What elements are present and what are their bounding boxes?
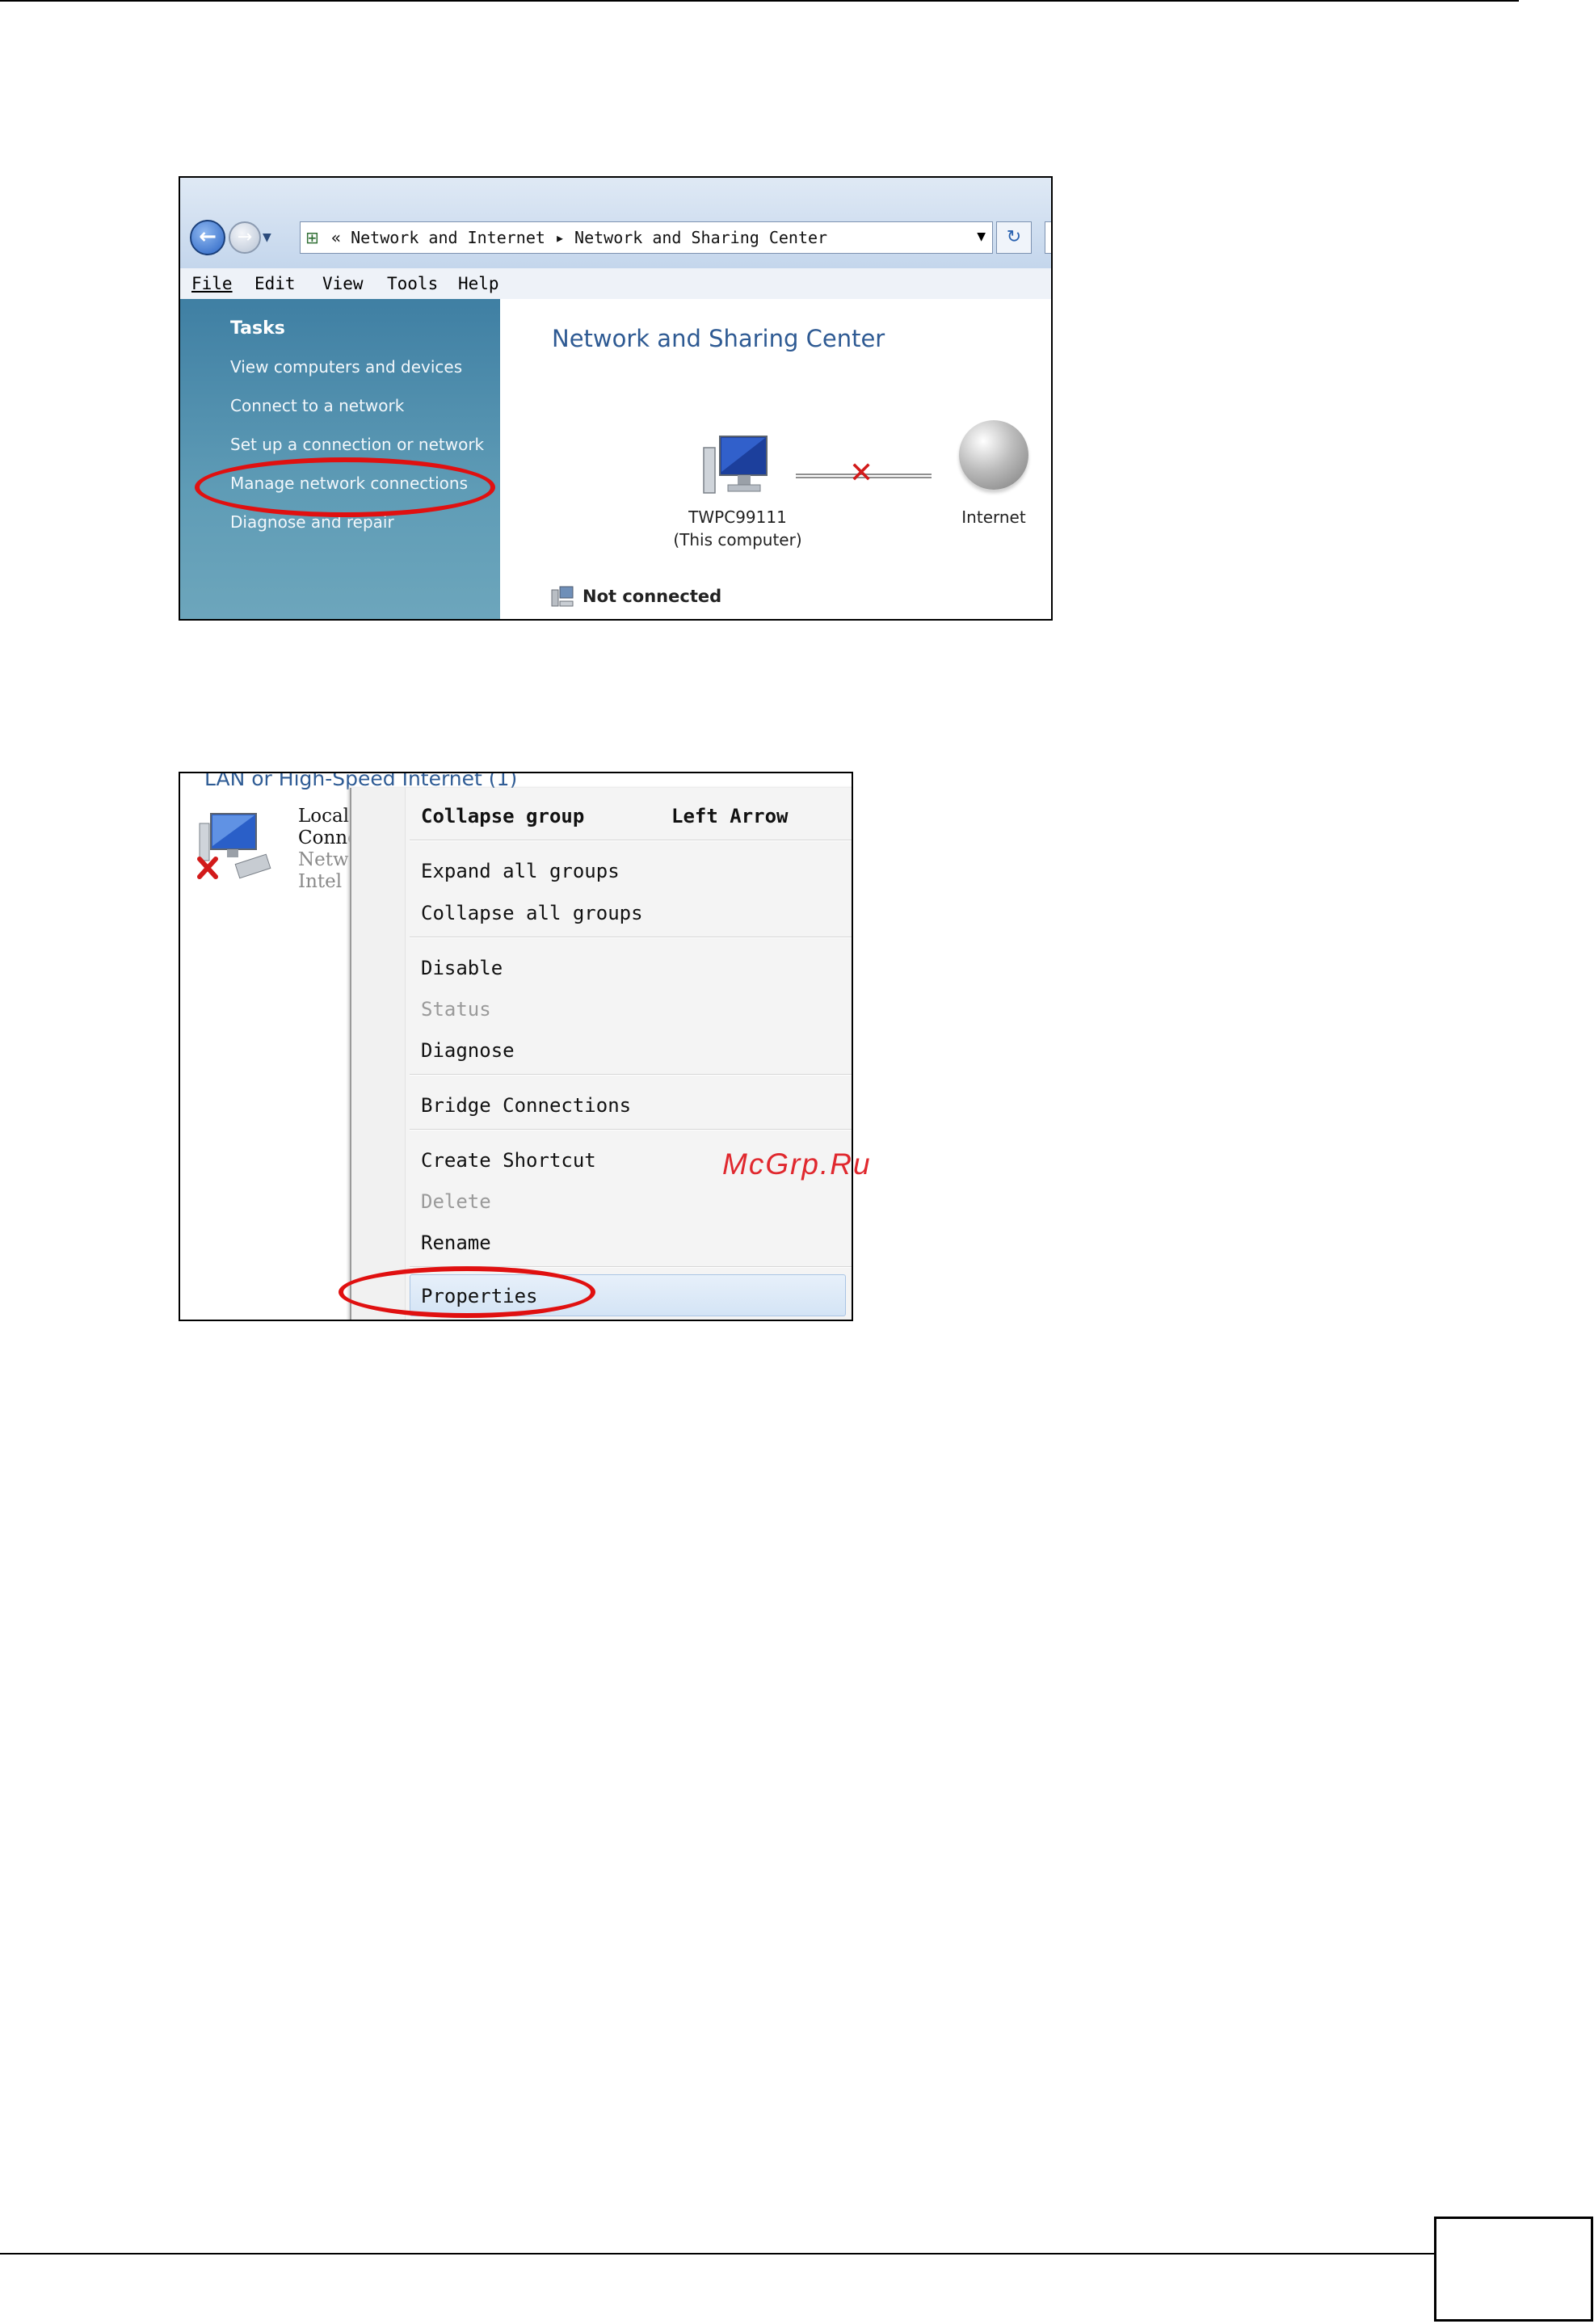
menu-bridge-connections[interactable]: Bridge Connections — [421, 1093, 631, 1118]
menu-gutter — [351, 788, 406, 1320]
menu-delete: Delete — [421, 1190, 491, 1213]
connection-device-line: Intel — [298, 871, 343, 892]
context-menu: Collapse group Left Arrow Expand all gro… — [350, 788, 852, 1320]
connection-name-line1: Local — [298, 806, 350, 827]
menu-separator — [410, 1074, 852, 1076]
address-bar[interactable]: ⊞ « Network and Internet ▸ Network and S… — [300, 221, 993, 254]
page-number-box — [1434, 2217, 1593, 2322]
bottom-rule — [0, 2253, 1434, 2255]
back-button[interactable]: ← — [190, 220, 225, 255]
arrow-left-icon: ← — [199, 225, 217, 249]
menu-diagnose[interactable]: Diagnose — [421, 1038, 515, 1063]
menu-collapse-group[interactable]: Collapse group — [421, 804, 584, 828]
menu-help[interactable]: Help — [458, 273, 499, 294]
computer-name: TWPC99111 — [688, 507, 787, 527]
menu-separator — [410, 937, 852, 938]
explorer-toolbar: ← → ▼ ⊞ « Network and Internet ▸ Network… — [180, 178, 1051, 268]
network-connections-window: LAN or High-Speed Internet (1) Local Con… — [179, 772, 853, 1321]
network-sharing-center-window: ← → ▼ ⊞ « Network and Internet ▸ Network… — [179, 176, 1053, 621]
refresh-icon: ↻ — [1006, 227, 1022, 247]
internet-globe-icon[interactable] — [959, 420, 1028, 490]
task-view-computers[interactable]: View computers and devices — [230, 357, 462, 377]
menu-collapse-group-shortcut: Left Arrow — [671, 805, 789, 827]
address-dropdown-icon[interactable]: ▼ — [977, 230, 986, 243]
menu-separator — [410, 1129, 852, 1130]
tasks-pane: Tasks View computers and devices Connect… — [180, 299, 500, 619]
menu-collapse-all-groups[interactable]: Collapse all groups — [421, 901, 643, 925]
refresh-button[interactable]: ↻ — [996, 221, 1032, 254]
tasks-title: Tasks — [230, 318, 285, 339]
forward-button[interactable]: → — [229, 221, 261, 254]
computer-subtitle: (This computer) — [673, 530, 802, 549]
top-rule — [0, 0, 1519, 2]
menu-expand-all-groups[interactable]: Expand all groups — [421, 859, 620, 883]
menu-file[interactable]: File — [191, 273, 233, 294]
network-status-icon — [551, 586, 574, 607]
network-folder-icon: ⊞ — [305, 228, 319, 247]
menu-status: Status — [421, 998, 491, 1021]
internet-label: Internet — [961, 507, 1026, 527]
recent-pages-chevron-icon[interactable]: ▼ — [263, 231, 271, 244]
menu-edit[interactable]: Edit — [254, 273, 296, 294]
search-box[interactable] — [1045, 221, 1051, 254]
disconnected-x-icon: ✕ — [849, 457, 874, 490]
menu-bar: File Edit View Tools Help — [180, 268, 1051, 300]
page-title: Network and Sharing Center — [552, 325, 885, 352]
menu-disable[interactable]: Disable — [421, 956, 503, 980]
menu-separator — [410, 840, 852, 841]
local-area-connection-icon[interactable] — [195, 809, 274, 882]
connection-status: Not connected — [583, 587, 722, 606]
arrow-right-icon: → — [237, 227, 253, 247]
highlight-ellipse — [195, 457, 495, 517]
menu-rename[interactable]: Rename — [421, 1231, 491, 1255]
task-setup-connection[interactable]: Set up a connection or network — [230, 435, 484, 454]
task-connect-network[interactable]: Connect to a network — [230, 396, 404, 415]
menu-view[interactable]: View — [322, 273, 364, 294]
highlight-ellipse — [339, 1266, 595, 1318]
menu-create-shortcut[interactable]: Create Shortcut — [421, 1148, 596, 1173]
watermark: McGrp.Ru — [722, 1147, 872, 1181]
menu-tools[interactable]: Tools — [387, 273, 438, 294]
address-path[interactable]: « Network and Internet ▸ Network and Sha… — [331, 227, 827, 248]
computer-icon[interactable] — [700, 433, 773, 499]
content-pane: Network and Sharing Center TWPC99111 (Th… — [500, 299, 1051, 619]
